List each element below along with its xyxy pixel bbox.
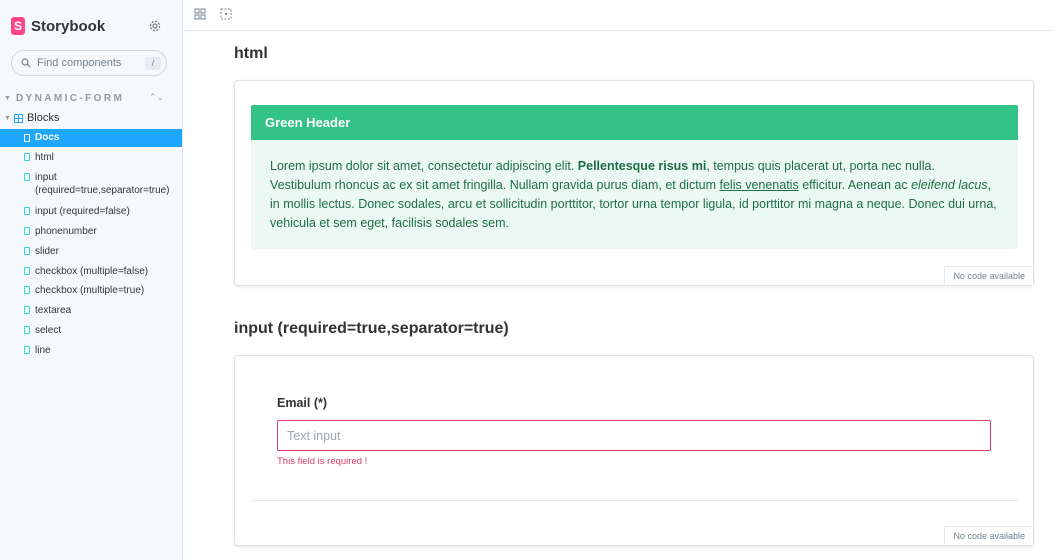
sidebar-item-docs[interactable]: Docs bbox=[0, 129, 182, 147]
sidebar: S Storybook Find components / ▼ DYNAMIC-… bbox=[0, 0, 183, 560]
story-preview-html: Green Header Lorem ipsum dolor sit amet,… bbox=[234, 80, 1034, 286]
story-preview-input: Email (*) This field is required ! No co… bbox=[234, 355, 1034, 546]
collapse-all-icon[interactable]: ⌃⌄ bbox=[149, 92, 164, 103]
docs-content: html Green Header Lorem ipsum dolor sit … bbox=[183, 31, 1053, 560]
sidebar-item-label: line bbox=[35, 345, 51, 356]
sidebar-item-label: checkbox (multiple=false) bbox=[35, 266, 149, 277]
search-icon bbox=[21, 58, 31, 68]
sidebar-item-html[interactable]: html bbox=[0, 151, 182, 164]
sidebar-item-input-required-true[interactable]: input (required=true,separator=true) bbox=[0, 171, 182, 197]
sidebar-item-checkbox-multiple-true[interactable]: checkbox (multiple=true) bbox=[0, 284, 182, 297]
paragraph-text: efficitur. Aenean ac bbox=[798, 178, 912, 192]
grid-icon[interactable] bbox=[194, 8, 206, 20]
sidebar-item-checkbox-multiple-false[interactable]: checkbox (multiple=false) bbox=[0, 265, 182, 278]
document-icon bbox=[24, 134, 30, 142]
section-header[interactable]: ▼ DYNAMIC-FORM ⌃⌄ bbox=[4, 92, 174, 104]
sidebar-item-label: checkbox (multiple=true) bbox=[35, 285, 145, 296]
bookmark-icon bbox=[24, 247, 30, 255]
bookmark-icon bbox=[24, 306, 30, 314]
sidebar-item-label: html bbox=[35, 152, 54, 163]
sidebar-item-select[interactable]: select bbox=[0, 324, 182, 337]
caret-down-icon: ▼ bbox=[4, 94, 11, 102]
paragraph-text: Lorem ipsum dolor sit amet, consectetur … bbox=[270, 159, 578, 173]
bookmark-icon bbox=[24, 153, 30, 161]
sidebar-item-label: input (required=true,separator=true) bbox=[35, 172, 170, 196]
sidebar-item-label: phonenumber bbox=[35, 226, 97, 237]
paragraph-underline: felis venenatis bbox=[719, 178, 799, 192]
sidebar-item-label: textarea bbox=[35, 305, 72, 316]
search-placeholder: Find components bbox=[37, 57, 122, 69]
section-label: DYNAMIC-FORM bbox=[15, 92, 125, 104]
gear-icon[interactable] bbox=[148, 19, 162, 33]
bookmark-icon bbox=[24, 326, 30, 334]
outline-icon[interactable] bbox=[220, 8, 232, 20]
bookmark-icon bbox=[24, 227, 30, 235]
toolbar bbox=[183, 0, 1053, 31]
search-input[interactable]: Find components / bbox=[11, 50, 167, 76]
tree-group-blocks[interactable]: ▼ Blocks bbox=[4, 110, 59, 126]
caret-down-icon: ▼ bbox=[4, 114, 11, 122]
sidebar-item-label: Docs bbox=[35, 132, 60, 143]
brand-name: Storybook bbox=[31, 17, 106, 35]
paragraph-italic: eleifend lacus bbox=[911, 178, 988, 192]
no-code-available[interactable]: No code available bbox=[944, 526, 1033, 545]
sidebar-item-phonenumber[interactable]: phonenumber bbox=[0, 225, 182, 238]
sidebar-item-input-required-false[interactable]: input (required=false) bbox=[0, 205, 182, 218]
paragraph-bold: Pellentesque risus mi bbox=[577, 159, 707, 173]
sidebar-item-slider[interactable]: slider bbox=[0, 245, 182, 258]
sidebar-item-textarea[interactable]: textarea bbox=[0, 304, 182, 317]
error-message: This field is required ! bbox=[277, 456, 368, 467]
sidebar-item-label: select bbox=[35, 325, 62, 336]
bookmark-icon bbox=[24, 346, 30, 354]
separator-line bbox=[251, 500, 1018, 501]
brand[interactable]: S Storybook bbox=[11, 17, 105, 35]
storybook-logo-icon: S bbox=[11, 17, 25, 35]
bookmark-icon bbox=[24, 173, 30, 181]
bookmark-icon bbox=[24, 286, 30, 294]
sidebar-item-label: slider bbox=[35, 246, 59, 257]
bookmark-icon bbox=[24, 267, 30, 275]
sidebar-item-line[interactable]: line bbox=[0, 344, 182, 357]
sidebar-item-label: input (required=false) bbox=[35, 206, 130, 217]
green-header: Green Header bbox=[251, 105, 1018, 140]
story-title-input: input (required=true,separator=true) bbox=[234, 320, 509, 337]
bookmark-icon bbox=[24, 207, 30, 215]
story-title-html: html bbox=[234, 45, 268, 62]
lorem-paragraph: Lorem ipsum dolor sit amet, consectetur … bbox=[251, 140, 1018, 249]
component-icon bbox=[13, 113, 23, 123]
email-field[interactable] bbox=[277, 420, 991, 451]
tree-group-label: Blocks bbox=[26, 112, 60, 124]
no-code-available[interactable]: No code available bbox=[944, 266, 1033, 285]
search-shortcut-key: / bbox=[145, 56, 161, 70]
email-label: Email (*) bbox=[277, 396, 328, 410]
